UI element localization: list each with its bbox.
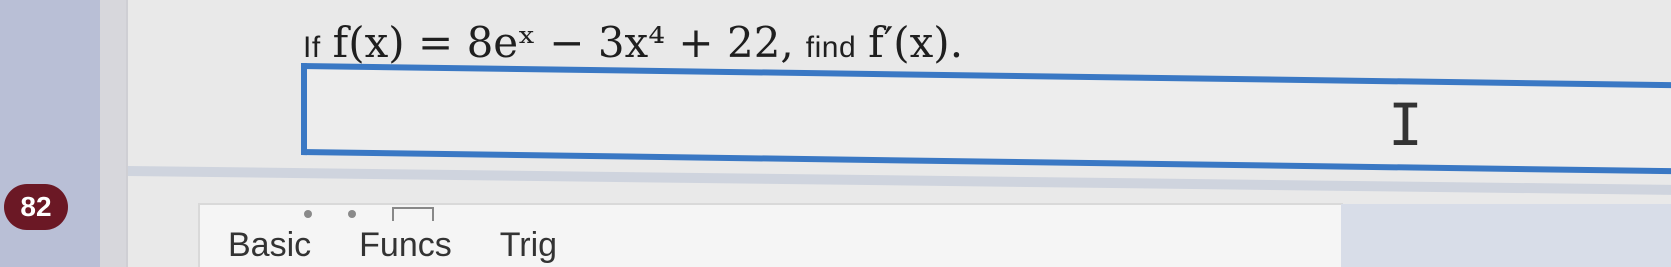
content-divider [126,0,128,267]
question-number-badge: 82 [4,184,68,230]
dot-icon[interactable] [304,210,312,218]
keyboard-toolbar [304,207,434,221]
answer-input[interactable] [301,63,1671,175]
question-prefix: If [303,31,321,64]
box-icon[interactable] [392,207,434,221]
function-expression: f(x) = 8eˣ − 3x⁴ + 22, [332,18,794,67]
find-word: find [805,31,857,64]
target-expression: f′(x). [868,18,964,67]
math-keyboard: Basic Funcs Trig [198,203,1343,267]
tab-funcs[interactable]: Funcs [359,225,452,265]
tab-basic[interactable]: Basic [228,225,311,265]
keyboard-tabs: Basic Funcs Trig [228,225,557,265]
left-divider [100,0,126,267]
dot-icon[interactable] [348,210,356,218]
text-cursor-icon: I [1388,91,1423,159]
keyboard-side-shadow [1341,204,1671,267]
tab-trig[interactable]: Trig [500,225,557,265]
